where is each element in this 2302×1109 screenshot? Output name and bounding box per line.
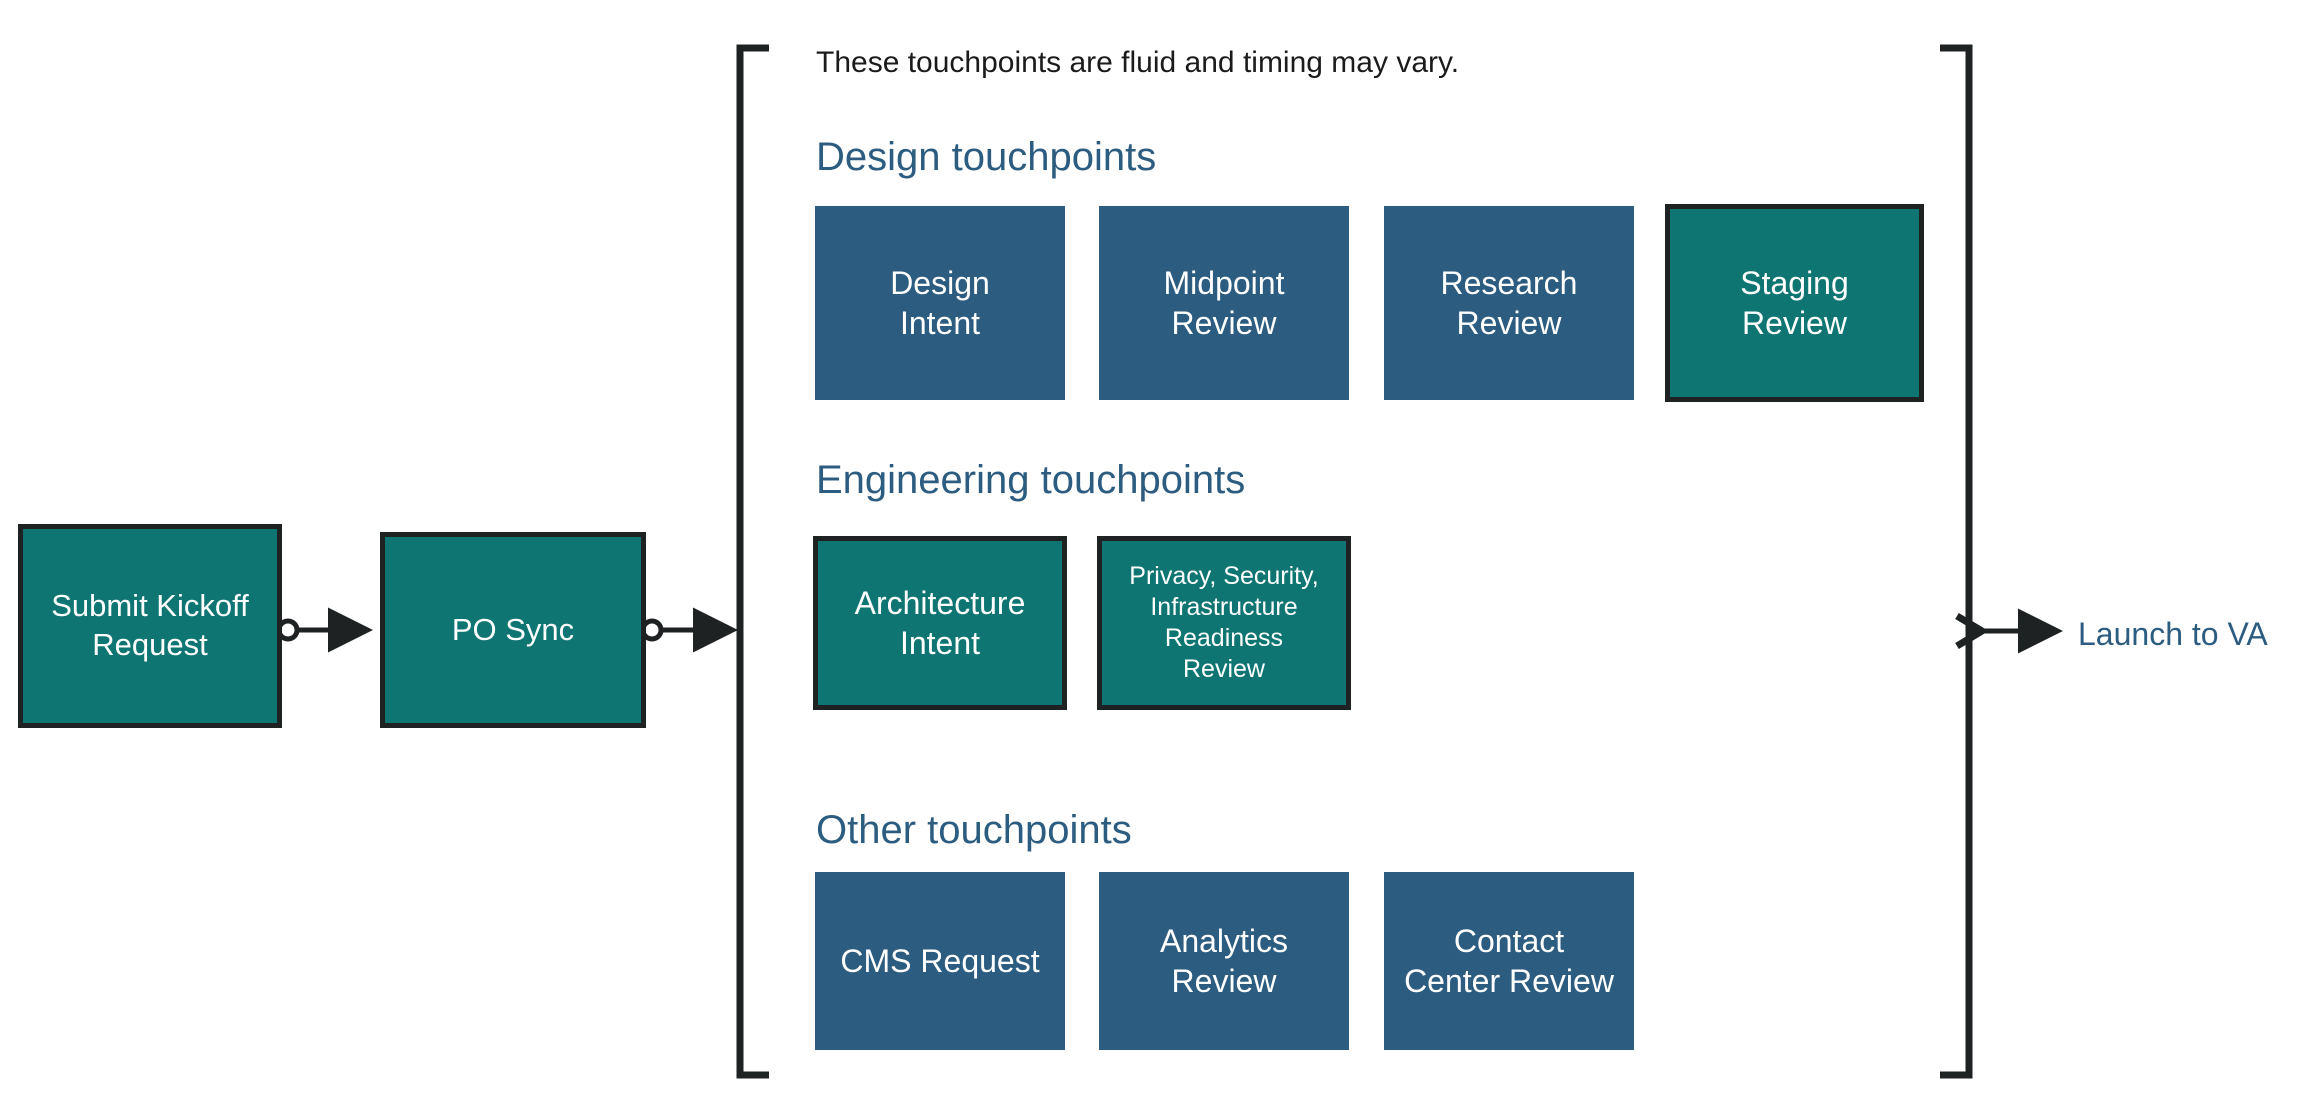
node-research-review[interactable]: Research Review: [1384, 206, 1634, 400]
node-cms-request[interactable]: CMS Request: [815, 872, 1065, 1050]
node-privacy-security-infrastructure-readiness-review[interactable]: Privacy, Security, Infrastructure Readin…: [1097, 536, 1351, 710]
diagram-canvas: These touchpoints are fluid and timing m…: [0, 0, 2302, 1109]
node-architecture-intent[interactable]: Architecture Intent: [813, 536, 1067, 710]
node-contact-center-review[interactable]: Contact Center Review: [1384, 872, 1634, 1050]
node-design-intent[interactable]: Design Intent: [815, 206, 1065, 400]
heading-other-touchpoints: Other touchpoints: [816, 808, 1132, 852]
label-launch-to-va: Launch to VA: [2078, 616, 2268, 652]
bracket-right: [1940, 44, 1973, 1079]
touchpoints-note: These touchpoints are fluid and timing m…: [816, 46, 1460, 79]
node-po-sync[interactable]: PO Sync: [380, 532, 646, 728]
node-staging-review[interactable]: Staging Review: [1665, 204, 1924, 402]
connector-posync-to-touchpoints: [640, 607, 738, 653]
node-midpoint-review[interactable]: Midpoint Review: [1099, 206, 1349, 400]
bracket-left: [736, 44, 769, 1079]
heading-design-touchpoints: Design touchpoints: [816, 135, 1157, 179]
node-analytics-review[interactable]: Analytics Review: [1099, 872, 1349, 1050]
node-submit-kickoff-request[interactable]: Submit Kickoff Request: [18, 524, 282, 728]
connector-kickoff-to-posync: [276, 607, 373, 653]
heading-engineering-touchpoints: Engineering touchpoints: [816, 458, 1246, 502]
